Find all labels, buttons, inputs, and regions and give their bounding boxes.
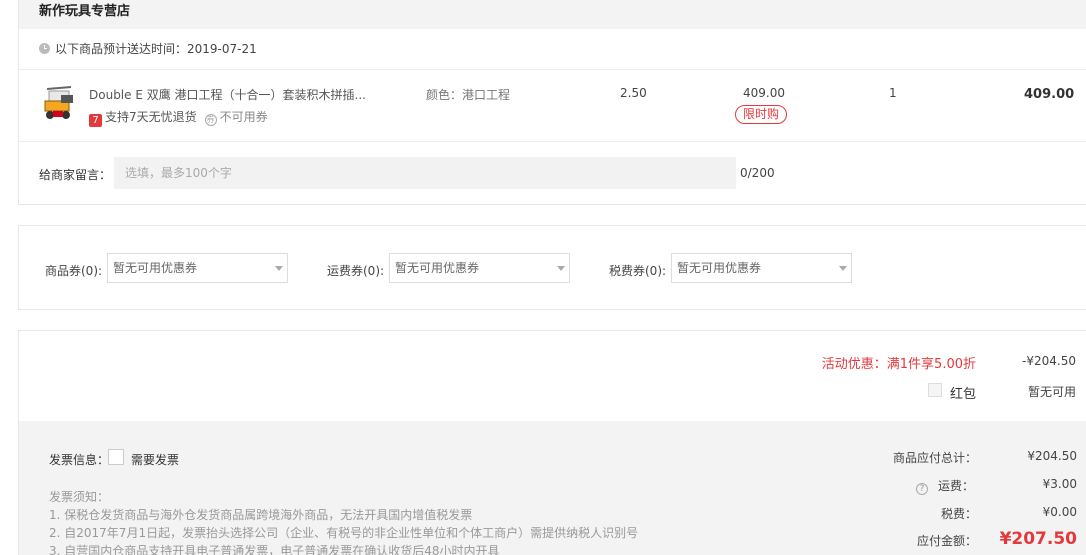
cart-item-row: Double E 双鹰 港口工程（十合一）套装积木拼插... 7 支持7天无忧退货… [19, 70, 1086, 142]
invoice-panel: 发票信息： 需要发票 发票须知： 1. 保税仓发货商品与海外仓发货商品属跨境海外… [19, 421, 1086, 555]
red-packet-status: 暂无可用 [1027, 385, 1076, 399]
product-tags: 7 支持7天无忧退货券不可用券 [89, 108, 268, 127]
shipping-fee-value: ¥3.00 [1042, 477, 1077, 491]
shipping-coupon-select[interactable]: 暂无可用优惠券 [389, 253, 570, 283]
goods-coupon-label: 商品券(0): [45, 264, 103, 278]
delivery-text: 以下商品预计送达时间：2019-07-21 [55, 42, 257, 56]
return-policy-text: 支持7天无忧退货 [105, 110, 197, 124]
goods-total-label: 商品应付总计： [893, 451, 978, 465]
help-icon[interactable]: ? [916, 483, 928, 495]
clock-icon [39, 43, 50, 54]
coupon-note: 不可用券 [219, 110, 268, 124]
checkout-page: 新作玩具专营店 以下商品预计送达时间：2019-07-21 Double E 双… [0, 0, 1086, 555]
goods-coupon-select[interactable]: 暂无可用优惠券 [107, 253, 288, 283]
red-packet-label: 红包 [950, 387, 977, 402]
store-name[interactable]: 新作玩具专营店 [39, 4, 130, 19]
tax-fee-value: ¥0.00 [1042, 505, 1077, 519]
limited-sale-badge: 限时购 [735, 105, 788, 124]
invoice-label: 发票信息： [49, 453, 110, 467]
shipping-fee-label: 运费： [938, 479, 975, 493]
message-counter: 0/200 [740, 166, 775, 180]
product-title[interactable]: Double E 双鹰 港口工程（十合一）套装积木拼插... [89, 86, 366, 103]
product-quantity: 1 [889, 86, 897, 100]
goods-coupon-value: 暂无可用优惠券 [113, 261, 198, 275]
product-attribute: 颜色：港口工程 [426, 88, 511, 102]
red-packet-checkbox[interactable] [928, 383, 942, 397]
product-price: 409.00 [743, 86, 785, 100]
seven-day-return-icon: 7 [89, 114, 102, 127]
payable-amount: ¥207.50 [999, 529, 1077, 549]
tax-coupon-select[interactable]: 暂无可用优惠券 [671, 253, 852, 283]
invoice-notice-item: 1. 保税仓发货商品与海外仓发货商品属跨境海外商品，无法开具国内增值税发票 [49, 508, 473, 522]
seller-message-row: 给商家留言： 0/200 [19, 142, 1086, 204]
order-section: 以下商品预计送达时间：2019-07-21 Double E 双鹰 港口工程（十… [18, 29, 1086, 205]
product-thumbnail[interactable] [41, 85, 77, 123]
product-subtotal: 409.00 [1024, 87, 1075, 102]
summary-section: 活动优惠：满1件享5.00折 -¥204.50 红包 暂无可用 发票信息： 需要… [18, 330, 1086, 555]
product-weight: 2.50 [620, 86, 647, 100]
invoice-notice-item: 3. 自营国内仓商品支持开具电子普通发票，电子普通发票在确认收货后48小时内开具 [49, 544, 500, 555]
dropdown-arrow-icon [557, 266, 565, 271]
tax-coupon-label: 税费券(0): [609, 264, 667, 278]
payable-label: 应付金额： [917, 534, 978, 548]
need-invoice-label[interactable]: 需要发票 [131, 451, 179, 468]
shipping-coupon-label: 运费券(0): [327, 264, 385, 278]
message-label: 给商家留言： [39, 168, 112, 182]
tax-fee-label: 税费： [941, 507, 978, 521]
shipping-fee-label-group: ? 运费： [916, 477, 974, 495]
store-header: 新作玩具专营店 [18, 0, 1086, 29]
promotion-text: 活动优惠：满1件享5.00折 [821, 357, 976, 372]
message-input[interactable] [114, 157, 736, 189]
promotion-amount: -¥204.50 [1022, 354, 1076, 368]
tax-coupon-value: 暂无可用优惠券 [677, 261, 762, 275]
coupon-section: 商品券(0): 暂无可用优惠券 运费券(0): 暂无可用优惠券 税费券(0): … [18, 225, 1086, 310]
dropdown-arrow-icon [275, 266, 283, 271]
goods-total-value: ¥204.50 [1027, 449, 1077, 463]
shipping-coupon-value: 暂无可用优惠券 [395, 261, 480, 275]
coupon-icon: 券 [204, 114, 217, 126]
invoice-notice-item: 2. 自2017年7月1日起，发票抬头选择公司（企业、有税号的非企业性单位和个体… [49, 526, 639, 540]
need-invoice-checkbox[interactable] [108, 449, 124, 465]
invoice-notice-title: 发票须知： [49, 490, 110, 504]
delivery-info: 以下商品预计送达时间：2019-07-21 [19, 29, 1086, 70]
dropdown-arrow-icon [839, 266, 847, 271]
